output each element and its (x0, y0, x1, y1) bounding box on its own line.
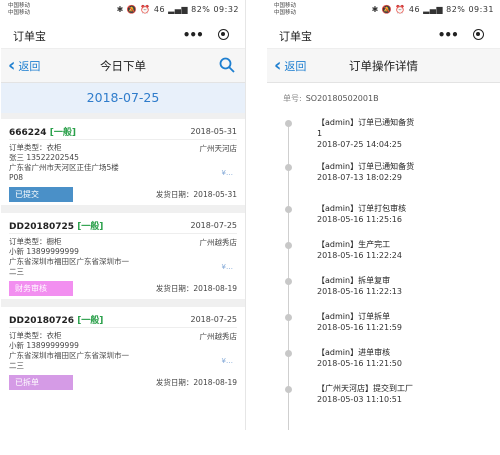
timeline-time: 2018-05-16 11:21:50 (317, 359, 402, 368)
timeline-time: 2018-05-16 11:22:13 (317, 287, 402, 296)
order-number-label: 单号: (283, 94, 302, 103)
order-number: DD20180726 (9, 315, 75, 326)
priority-tag: [一般] (77, 315, 104, 326)
order-date: 2018-07-25 (190, 220, 238, 230)
timeline-desc: 【admin】进单审核 (317, 348, 391, 357)
address-line: 二三 (9, 361, 24, 370)
order-number-value: SO20180502001B (305, 94, 379, 103)
order-date: 2018-05-31 (190, 126, 238, 136)
timeline-time: 2018-05-03 11:10:51 (317, 395, 402, 404)
capsule-menu: ••• (430, 25, 492, 44)
timeline-desc: 【admin】订单已通知备货 (317, 162, 415, 171)
contact: 小新 13899999999 (9, 247, 79, 256)
order-detail-screen: 中国移动 中国移动 ✱ 🔕 ⏰ 46 ▂▄▆ 82% 09:31 订单宝 •••… (267, 0, 500, 430)
order-number-row: 单号: SO20180502001B (267, 83, 500, 105)
ship-date: 发货日期：2018-05-31 (155, 189, 237, 199)
timeline-desc: 【admin】订单打包审核 (317, 204, 407, 213)
chevron-down-icon[interactable]: ¥… (222, 356, 233, 366)
timeline-dot (285, 206, 292, 213)
status-icons: ✱ 🔕 ⏰ 46 ▂▄▆ 82% (371, 5, 466, 14)
nav-bar: ‹ 返回 订单操作详情 (267, 49, 500, 83)
timeline-item: 【admin】拆单复审 2018-05-16 11:22:13 (267, 275, 500, 311)
contact: 张三 13522202545 (9, 153, 79, 162)
order-number: 666224 (9, 127, 47, 138)
timeline-time: 2018-05-16 11:25:16 (317, 215, 402, 224)
contact: 小新 13899999999 (9, 341, 79, 350)
timeline-desc-extra: 1 (317, 129, 323, 138)
order-list: 666224 [一般] 2018-05-31 订单类型：衣柜 张三 135222… (1, 113, 245, 393)
status-bar: 中国移动 中国移动 ✱ 🔕 ⏰ 46 ▂▄▆ 82% 09:32 (1, 0, 245, 20)
orders-list-screen: 中国移动 中国移动 ✱ 🔕 ⏰ 46 ▂▄▆ 82% 09:32 订单宝 •••… (1, 0, 246, 430)
timeline-time: 2018-07-25 14:04:25 (317, 140, 402, 149)
order-card[interactable]: DD20180725 [一般] 2018-07-25 订单类型：橱柜 小新 13… (1, 213, 245, 299)
timeline-item: 【admin】订单已通知备货 1 2018-07-25 14:04:25 (267, 117, 500, 161)
timeline-time: 2018-05-16 11:21:59 (317, 323, 402, 332)
chevron-down-icon[interactable]: ¥… (222, 262, 233, 272)
timeline-desc: 【admin】订单拆单 (317, 312, 391, 321)
status-bar: 中国移动 中国移动 ✱ 🔕 ⏰ 46 ▂▄▆ 82% 09:31 (267, 0, 500, 20)
timeline-dot (285, 242, 292, 249)
priority-tag: [一般] (49, 127, 76, 138)
close-miniprogram-icon[interactable] (473, 29, 485, 40)
timeline-item: 【admin】订单已通知备货 2018-07-13 18:02:29 (267, 161, 500, 203)
order-number: DD20180725 (9, 221, 75, 232)
capsule-menu: ••• (175, 25, 237, 44)
timeline-desc: 【广州天河店】提交到工厂 (317, 384, 413, 393)
order-card[interactable]: 666224 [一般] 2018-05-31 订单类型：衣柜 张三 135222… (1, 119, 245, 205)
carrier-label: 中国移动 中国移动 (8, 3, 31, 16)
page-title: 今日下单 (100, 59, 146, 73)
timeline-item: 【admin】生产完工 2018-05-16 11:22:24 (267, 239, 500, 275)
store-name: 广州越秀店 (199, 238, 238, 247)
app-title: 订单宝 (13, 30, 46, 43)
search-icon[interactable] (219, 57, 235, 73)
ship-date: 发货日期：2018-08-19 (155, 377, 237, 387)
timeline-dot (285, 120, 292, 127)
status-icons: ✱ 🔕 ⏰ 46 ▂▄▆ 82% (116, 5, 211, 14)
carrier-label: 中国移动 中国移动 (274, 3, 297, 16)
more-icon[interactable]: ••• (438, 29, 459, 41)
address-line: P08 (9, 173, 24, 182)
date-header[interactable]: 2018-07-25 (1, 83, 245, 113)
timeline-dot (285, 278, 292, 285)
store-name: 广州天河店 (199, 144, 238, 153)
status-badge: 已拆单 (9, 374, 73, 390)
clock: 09:31 (468, 5, 494, 14)
more-icon[interactable]: ••• (183, 29, 204, 41)
priority-tag: [一般] (77, 221, 104, 232)
timeline-desc: 【admin】拆单复审 (317, 276, 391, 285)
mini-program-bar: 订单宝 ••• (1, 20, 245, 49)
mini-program-bar: 订单宝 ••• (267, 20, 500, 49)
timeline-dot (285, 386, 292, 393)
close-miniprogram-icon[interactable] (218, 29, 230, 40)
timeline-time: 2018-07-13 18:02:29 (317, 173, 402, 182)
address-line: 广东省深圳市福田区广东省深圳市一 (9, 257, 129, 266)
timeline-dot (285, 350, 292, 357)
order-date: 2018-07-25 (190, 314, 238, 324)
clock: 09:32 (213, 5, 239, 14)
operation-timeline: 【admin】订单已通知备货 1 2018-07-25 14:04:25 【ad… (267, 117, 500, 430)
timeline-item: 【admin】进单审核 2018-05-16 11:21:50 (267, 347, 500, 383)
store-name: 广州越秀店 (199, 332, 238, 341)
timeline-desc: 【admin】订单已通知备货 (317, 118, 415, 127)
status-badge: 已提交 (9, 186, 73, 202)
status-badge: 财务审核 (9, 280, 73, 296)
timeline-desc: 【admin】生产完工 (317, 240, 391, 249)
ship-date: 发货日期：2018-08-19 (155, 283, 237, 293)
chevron-down-icon[interactable]: ¥… (222, 168, 233, 178)
timeline-item: 【广州天河店】提交到工厂 2018-05-03 11:10:51 (267, 383, 500, 413)
address-line: 二三 (9, 267, 24, 276)
app-title: 订单宝 (279, 30, 312, 43)
page-title: 订单操作详情 (349, 59, 418, 73)
address-line: 广东省广州市天河区正佳广场5楼 (9, 163, 119, 172)
timeline-dot (285, 164, 292, 171)
order-card[interactable]: DD20180726 [一般] 2018-07-25 订单类型：衣柜 小新 13… (1, 307, 245, 393)
timeline-item: 【admin】订单拆单 2018-05-16 11:21:59 (267, 311, 500, 347)
address-line: 广东省深圳市福田区广东省深圳市一 (9, 351, 129, 360)
nav-bar: ‹ 返回 今日下单 (1, 49, 245, 83)
timeline-time: 2018-05-16 11:22:24 (317, 251, 402, 260)
timeline-item: 【admin】订单打包审核 2018-05-16 11:25:16 (267, 203, 500, 239)
timeline-dot (285, 314, 292, 321)
